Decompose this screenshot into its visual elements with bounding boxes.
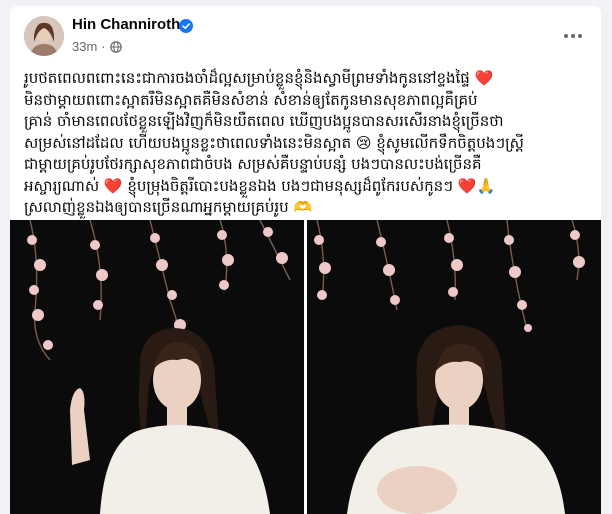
post-photo-right[interactable] (307, 220, 601, 514)
post-timestamp[interactable]: 33m (72, 39, 97, 54)
post-card: Hin Channiroth 33m · រូបថតពេលពពោះនេះជាកា… (10, 6, 601, 514)
more-options-icon[interactable] (557, 20, 589, 52)
post-text: រូបថតពេលពពោះនេះជាការចងចាំដ៏ល្អសម្រាប់ខ្ល… (24, 68, 590, 219)
post-photo-left[interactable] (10, 220, 304, 514)
post-text-line: សម្រស់នៅដដែល ហើយបងប្អូនខ្លះថាពេលទាំងនេះម… (24, 133, 524, 152)
post-text-line: អស្ចារ្យណាស់ ❤️ ខ្ញុំបម្រុងចិត្តរីបោះបងខ… (24, 176, 496, 195)
post-meta: 33m · (72, 39, 122, 54)
post-text-line: មិនថាម្ដាយពពោះស្អាតរឺមិនស្អាតគឺមិនសំខាន់… (24, 90, 478, 109)
post-text-line: រូបថតពេលពពោះនេះជាការចងចាំដ៏ល្អសម្រាប់ខ្ល… (24, 69, 494, 87)
photo-grid (10, 220, 601, 514)
post-header: Hin Channiroth 33m · (10, 6, 601, 66)
author-avatar[interactable] (24, 16, 64, 56)
globe-icon[interactable] (109, 40, 122, 53)
post-text-line: ជាម្ដាយគ្រប់រូបថែរក្សាសុខភាពជាចំបង សម្រស… (24, 155, 482, 173)
meta-separator: · (101, 39, 106, 54)
verified-badge-icon (179, 19, 193, 33)
post-text-line: គ្រាន់ ចាំមានពេលថែខ្លួនឡើងវិញក៏មិនយឺតពេល… (24, 112, 504, 130)
post-text-line: ស្រលាញ់ខ្លួនឯងឲ្យបានច្រើនណាអ្នកម្ដាយគ្រប… (24, 198, 313, 216)
author-name[interactable]: Hin Channiroth (72, 16, 180, 33)
